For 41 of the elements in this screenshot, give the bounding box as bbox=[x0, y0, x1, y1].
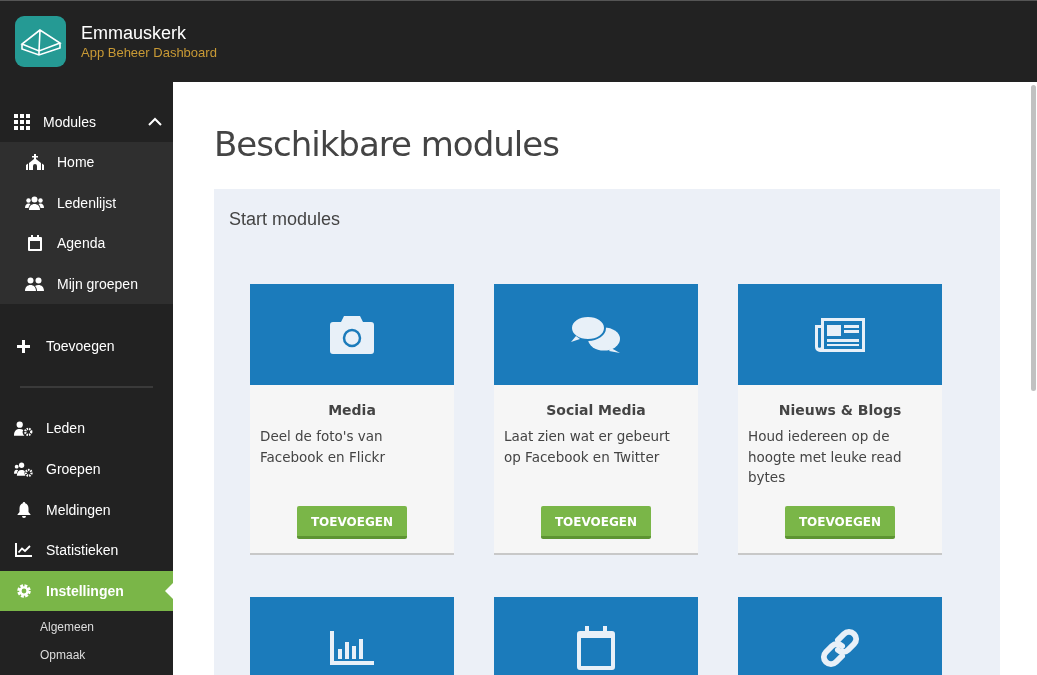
nav-item[interactable]: Agenda bbox=[0, 223, 173, 264]
line-chart-icon bbox=[15, 543, 32, 558]
card-description: Laat zien wat er gebeurt op Facebook en Twitter bbox=[504, 427, 671, 467]
nav-item[interactable]: Meldingen bbox=[0, 489, 173, 531]
calendar-icon bbox=[577, 625, 615, 670]
camera-icon bbox=[330, 315, 374, 354]
nav-item[interactable]: Statistieken bbox=[0, 530, 173, 571]
page-title: Beschikbare modules bbox=[214, 124, 560, 164]
card-title: Nieuws & Blogs bbox=[777, 402, 903, 418]
calendar-icon bbox=[27, 235, 42, 252]
nav-item[interactable]: Groepen bbox=[0, 448, 173, 490]
nav-subitem[interactable]: Opmaak bbox=[0, 643, 173, 672]
users-icon bbox=[25, 276, 44, 291]
app-logo bbox=[15, 16, 66, 67]
nav-item[interactable]: Leden bbox=[0, 408, 173, 449]
scrollbar[interactable] bbox=[1031, 85, 1036, 391]
add-item[interactable]: Toevoegen bbox=[0, 326, 173, 366]
newspaper-icon bbox=[815, 317, 865, 352]
nav-item[interactable]: Home bbox=[0, 142, 173, 183]
bar-chart-icon bbox=[330, 630, 374, 665]
modules-header[interactable]: Modules bbox=[0, 102, 173, 142]
card-title: Media bbox=[327, 402, 377, 418]
app-name: Emmauskerk bbox=[81, 23, 188, 44]
bell-icon bbox=[16, 501, 31, 518]
app-subtitle: App Beheer Dashboard bbox=[81, 45, 217, 60]
grid-icon bbox=[14, 114, 30, 130]
card-description: Deel de foto's van Facebook en Flickr bbox=[260, 427, 386, 467]
card-description: Houd iedereen op de hoogte met leuke read bytes bbox=[748, 427, 903, 487]
users-gear-icon bbox=[14, 461, 33, 477]
caret-icon bbox=[147, 116, 163, 128]
users-icon bbox=[25, 195, 44, 210]
section-title: Start modules bbox=[229, 209, 342, 230]
settings-icon bbox=[15, 583, 32, 600]
chat-icon bbox=[571, 315, 621, 354]
church-icon bbox=[25, 154, 44, 171]
nav-subitem[interactable]: Algemeen bbox=[0, 615, 173, 644]
plus-icon bbox=[17, 339, 30, 353]
nav-item[interactable]: Ledenlijst bbox=[0, 182, 173, 223]
nav-item[interactable]: Mijn groepen bbox=[0, 263, 173, 304]
user-gear-icon bbox=[14, 420, 33, 436]
card-title: Social Media bbox=[545, 402, 647, 418]
